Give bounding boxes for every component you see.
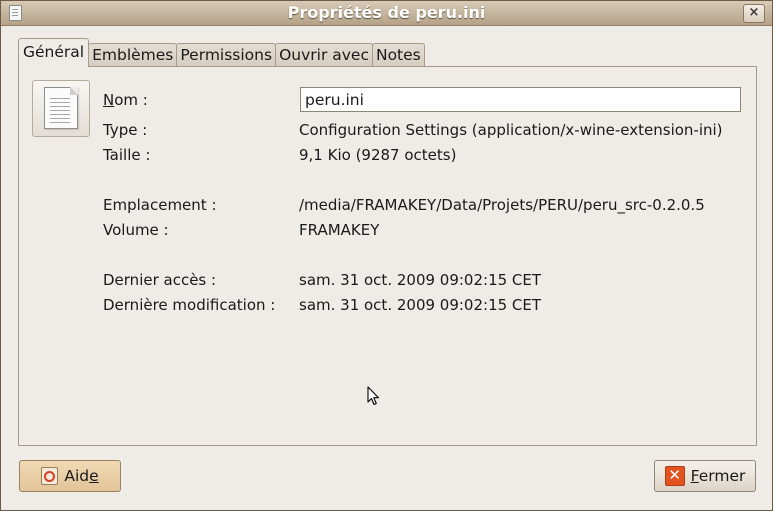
accessed-label: Dernier accès : xyxy=(103,271,217,289)
properties-window: Propriétés de peru.ini × Général Emblème… xyxy=(0,0,773,511)
tab-notes[interactable]: Notes xyxy=(371,43,425,67)
window-close-button[interactable]: × xyxy=(743,4,765,23)
tab-permissions[interactable]: Permissions xyxy=(176,43,277,67)
size-label: Taille : xyxy=(103,146,151,164)
close-label-mnemonic: F xyxy=(690,467,699,485)
type-label: Type : xyxy=(103,121,148,139)
name-input[interactable] xyxy=(300,87,741,112)
location-label: Emplacement : xyxy=(103,196,217,214)
help-button[interactable]: Aide xyxy=(19,460,121,492)
tab-open-with[interactable]: Ouvrir avec xyxy=(275,43,373,67)
size-value: 9,1 Kio (9287 octets) xyxy=(299,146,457,164)
general-panel: Nom : Type : Configuration Settings (app… xyxy=(18,66,757,446)
close-label-rest: ermer xyxy=(698,467,746,485)
volume-value: FRAMAKEY xyxy=(299,221,380,239)
text-file-icon xyxy=(44,87,78,129)
help-label-pre: Aid xyxy=(64,467,90,485)
close-button-label: Fermer xyxy=(691,467,746,485)
close-button[interactable]: ✕ Fermer xyxy=(654,460,756,492)
tab-general[interactable]: Général xyxy=(18,38,90,67)
close-icon: ✕ xyxy=(664,466,685,486)
tab-emblems[interactable]: Emblèmes xyxy=(88,43,178,67)
accessed-value: sam. 31 oct. 2009 09:02:15 CET xyxy=(299,271,542,289)
window-title: Propriétés de peru.ini xyxy=(287,3,486,22)
name-label-rest: om : xyxy=(114,91,148,109)
file-icon-button[interactable] xyxy=(32,80,90,137)
help-icon xyxy=(41,467,59,485)
name-label-mnemonic: N xyxy=(103,91,115,109)
title-bar[interactable]: Propriétés de peru.ini × xyxy=(1,1,772,26)
location-value: /media/FRAMAKEY/Data/Projets/PERU/peru_s… xyxy=(299,196,705,214)
name-label: Nom : xyxy=(103,91,148,109)
tab-bar: Général Emblèmes Permissions Ouvrir avec… xyxy=(18,38,425,67)
help-label-mnemonic: e xyxy=(89,467,99,485)
modified-value: sam. 31 oct. 2009 09:02:15 CET xyxy=(299,296,542,314)
volume-label: Volume : xyxy=(103,221,169,239)
help-button-label: Aide xyxy=(64,467,98,485)
mouse-cursor-icon xyxy=(367,386,380,406)
type-value: Configuration Settings (application/x-wi… xyxy=(299,121,723,139)
modified-label: Dernière modification : xyxy=(103,296,276,314)
